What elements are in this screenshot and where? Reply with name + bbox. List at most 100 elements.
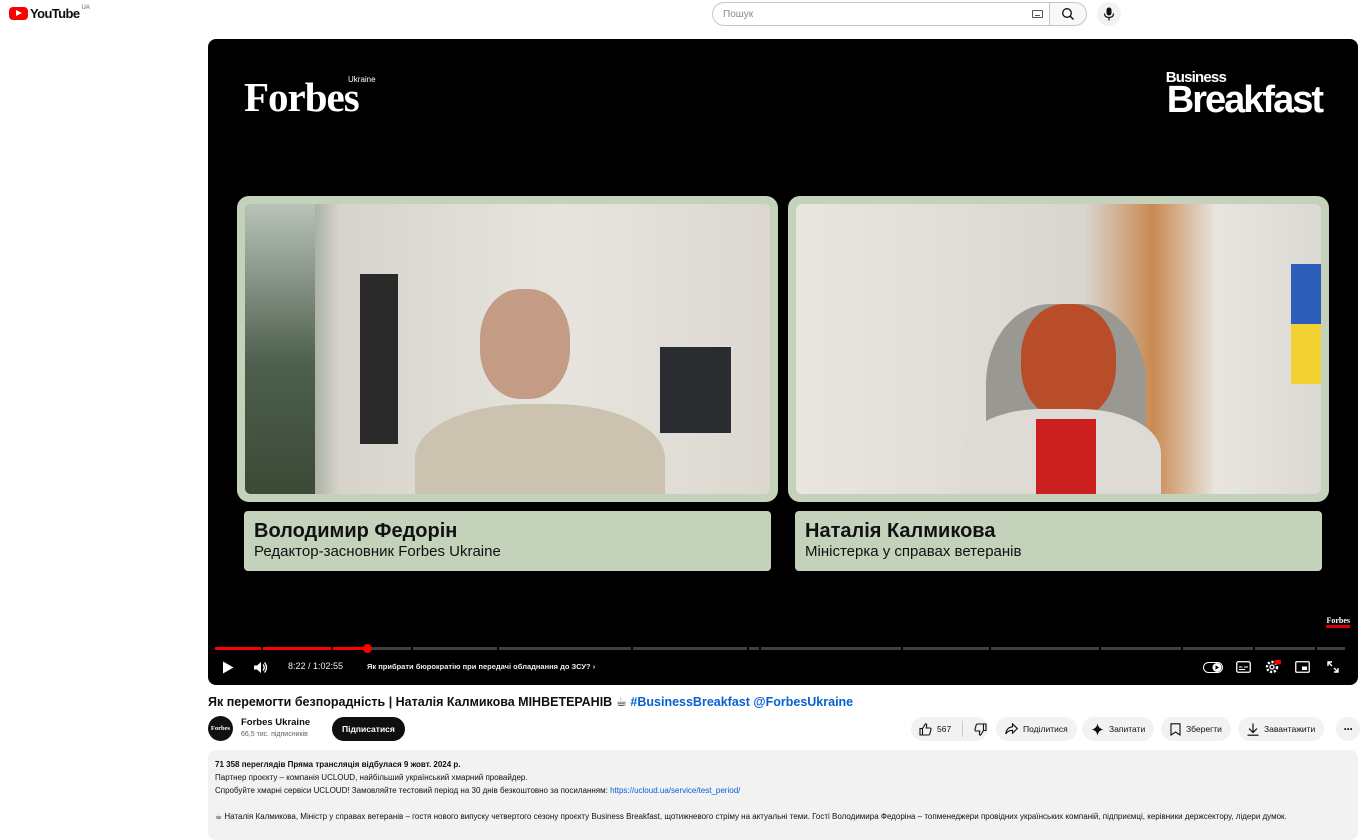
share-label: Поділитися — [1023, 724, 1068, 734]
corner-watermark: Forbes — [1326, 616, 1350, 628]
bookmark-icon — [1170, 722, 1181, 736]
webcam-feed-right — [796, 204, 1321, 494]
chapter-segment[interactable] — [1255, 647, 1315, 650]
chapter-segment[interactable] — [1317, 647, 1345, 650]
speaker-name: Наталія Калмикова — [805, 520, 996, 542]
channel-avatar[interactable]: Forbes — [208, 716, 233, 741]
description-text: Наталія Калмикова, Міністр у справах вет… — [222, 812, 1287, 821]
like-button[interactable]: 567 — [911, 717, 951, 741]
youtube-logo[interactable]: YouTube UA — [9, 5, 90, 21]
download-button[interactable]: Завантажити — [1238, 717, 1325, 741]
more-actions-button[interactable]: ··· — [1336, 717, 1360, 741]
subtitles-icon — [1235, 661, 1251, 673]
view-stats-text: 71 358 переглядів Пряма трансляція відбу… — [215, 760, 461, 769]
chapter-segment[interactable] — [1183, 647, 1253, 650]
chevron-right-icon: › — [592, 662, 596, 671]
channel-mention-link[interactable]: @ForbesUkraine — [753, 695, 853, 709]
speaker-role: Міністерка у справах ветеранів — [805, 543, 1022, 560]
subscribe-button[interactable]: Підписатися — [332, 717, 405, 741]
channel-name[interactable]: Forbes Ukraine — [241, 717, 310, 728]
microphone-icon — [1103, 7, 1115, 21]
forbes-brand: Forbes — [244, 74, 360, 120]
fullscreen-icon — [1327, 661, 1339, 673]
search-input[interactable] — [723, 8, 1003, 20]
miniplayer-icon — [1294, 661, 1310, 673]
save-label: Зберегти — [1186, 724, 1222, 734]
chapter-segment[interactable] — [633, 647, 747, 650]
keyboard-icon[interactable] — [1032, 10, 1043, 18]
time-display: 8:22 / 1:02:55 — [288, 661, 344, 671]
share-button[interactable]: Поділитися — [996, 717, 1077, 741]
autoplay-toggle[interactable] — [1202, 659, 1224, 675]
chapter-segment[interactable] — [215, 647, 261, 650]
chapter-segment[interactable] — [761, 647, 901, 650]
view-stats: 71 358 переглядів Пряма трансляція відбу… — [215, 758, 1351, 771]
miniplayer-button[interactable] — [1293, 659, 1311, 675]
settings-button[interactable] — [1263, 659, 1283, 675]
speaker-name: Володимир Федорін — [254, 520, 458, 542]
corner-watermark-bar — [1326, 625, 1350, 628]
chapter-segment[interactable] — [263, 647, 331, 650]
share-icon — [1005, 723, 1018, 735]
speaker-role: Редактор-засновник Forbes Ukraine — [254, 543, 501, 560]
like-count: 567 — [937, 724, 952, 734]
search-button[interactable] — [1049, 2, 1087, 26]
chapter-segment[interactable] — [991, 647, 1099, 650]
business-breakfast-brand: Business Breakfast — [1166, 70, 1324, 121]
video-title-text: Як перемогти безпорадність | Наталія Кал… — [208, 695, 613, 709]
search-icon — [1062, 8, 1074, 20]
video-description[interactable]: 71 358 переглядів Пряма трансляція відбу… — [208, 750, 1358, 840]
video-title: Як перемогти безпорадність | Наталія Кал… — [208, 694, 853, 709]
subtitles-button[interactable] — [1234, 659, 1252, 675]
download-icon — [1247, 723, 1259, 736]
save-button[interactable]: Зберегти — [1161, 717, 1231, 741]
chapter-segment[interactable] — [413, 647, 497, 650]
volume-button[interactable] — [252, 659, 270, 675]
top-bar: YouTube UA — [0, 0, 1362, 30]
dislike-button[interactable] — [974, 722, 987, 736]
description-line: Партнер проєкту – компанія UCLOUD, найбі… — [215, 773, 528, 782]
coffee-emoji: ☕ — [615, 695, 627, 709]
download-label: Завантажити — [1264, 724, 1316, 734]
thumbs-down-icon — [974, 722, 987, 736]
chapter-segment[interactable] — [499, 647, 631, 650]
more-icon: ··· — [1343, 722, 1354, 736]
search-box — [712, 2, 1049, 26]
webcam-feed-left — [245, 204, 770, 494]
nameplate-left: Володимир Федорін Редактор-засновник For… — [244, 511, 771, 571]
chapter-segment[interactable] — [333, 647, 411, 650]
speaker-figure-right — [1021, 304, 1116, 419]
speaker-video-left — [237, 196, 778, 502]
video-player[interactable]: Forbes Ukraine Business Breakfast Володи… — [208, 39, 1358, 685]
voice-search-button[interactable] — [1097, 2, 1121, 26]
gear-icon — [1265, 660, 1281, 674]
chapter-title[interactable]: Як прибрати бюрократію при передачі обла… — [367, 662, 595, 671]
volume-icon — [254, 661, 268, 673]
youtube-play-icon — [9, 7, 28, 20]
logo-text: YouTube — [30, 6, 80, 21]
play-icon — [223, 661, 234, 673]
autoplay-icon — [1203, 661, 1223, 673]
search-bar — [712, 2, 1087, 26]
hashtag-link[interactable]: #BusinessBreakfast — [630, 695, 750, 709]
play-button[interactable] — [220, 659, 236, 675]
bb-big-text: Breakfast — [1166, 79, 1324, 121]
speaker-figure-left — [480, 289, 570, 399]
chapter-segment[interactable] — [749, 647, 759, 650]
thumbs-up-icon — [919, 722, 932, 736]
progress-bar[interactable] — [215, 647, 1351, 650]
chapter-segment[interactable] — [1101, 647, 1181, 650]
corner-watermark-text: Forbes — [1326, 616, 1350, 625]
ask-button[interactable]: Запитати — [1082, 717, 1155, 741]
chapter-segment[interactable] — [903, 647, 989, 650]
subscriber-count: 66,5 тис. підписників — [241, 731, 308, 738]
fullscreen-button[interactable] — [1324, 659, 1342, 675]
description-line-with-link: Спробуйте хмарні сервіси UCLOUD! Замовля… — [215, 784, 1351, 797]
sparkle-icon — [1091, 723, 1104, 735]
progress-scrubber[interactable] — [363, 644, 372, 653]
forbes-brand-sub: Ukraine — [348, 75, 376, 84]
channel-row: Forbes Forbes Ukraine 66,5 тис. підписни… — [208, 716, 1360, 742]
ucloud-link[interactable]: https://ucloud.ua/service/test_period/ — [610, 786, 740, 795]
speaker-video-right — [788, 196, 1329, 502]
